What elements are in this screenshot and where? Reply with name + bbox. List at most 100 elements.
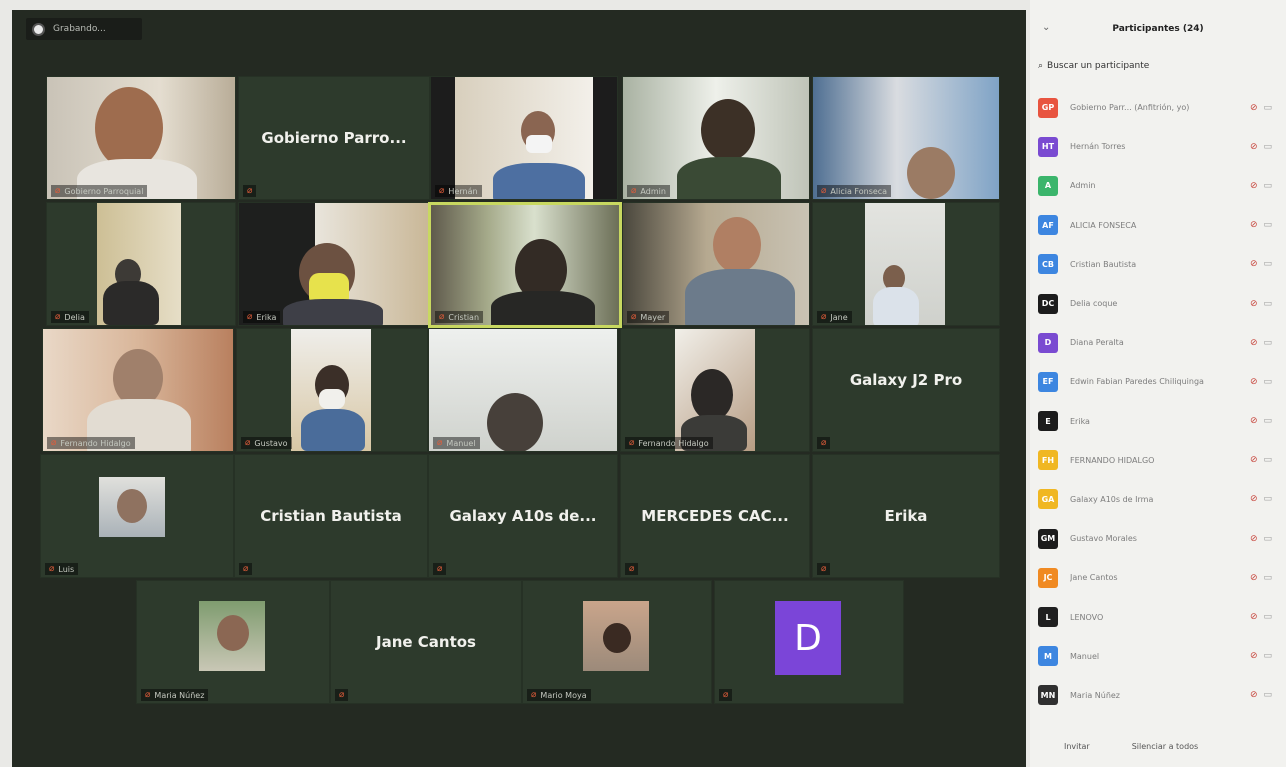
mic-muted-icon: ⊘ bbox=[1250, 141, 1258, 152]
participant-name: ⌀ Alicia Fonseca bbox=[817, 185, 892, 197]
search-input[interactable]: ⌕ Buscar un participante bbox=[1038, 58, 1278, 74]
avatar: M bbox=[1038, 646, 1058, 667]
search-placeholder: Buscar un participante bbox=[1047, 61, 1150, 71]
avatar: GA bbox=[1038, 489, 1058, 510]
participant-row[interactable]: GA Galaxy A10s de Irma ⊘ ▭ bbox=[1038, 480, 1284, 519]
participant-list: GP Gobierno Parr... (Anfitrión, yo) ⊘ ▭ HT He… bbox=[1038, 88, 1284, 715]
video-tile[interactable]: MERCEDES CAC... ⌀ bbox=[620, 454, 810, 578]
participant-name: ⌀ Gobierno Parroquial bbox=[51, 185, 148, 197]
video-off-icon: ▭ bbox=[1263, 376, 1273, 387]
video-tile[interactable]: Galaxy J2 Pro ⌀ bbox=[812, 328, 1000, 452]
record-icon bbox=[32, 22, 45, 36]
video-tile[interactable]: ⌀ Manuel bbox=[428, 328, 618, 452]
video-gallery: Grabando... ⌀ Gobierno Parroquial Gobiern… bbox=[12, 10, 1026, 767]
mic-status: ⌀ bbox=[817, 437, 831, 449]
video-tile[interactable]: ⌀ Mayer bbox=[622, 202, 810, 326]
participant-name: ⌀ Jane bbox=[817, 311, 852, 323]
video-tile[interactable]: ⌀ Admin bbox=[622, 76, 810, 200]
video-tile[interactable]: ⌀ Alicia Fonseca bbox=[812, 76, 1000, 200]
participant-name: Gustavo Morales bbox=[1070, 534, 1137, 544]
participant-row[interactable]: L LENOVO ⊘ ▭ bbox=[1038, 597, 1284, 636]
invite-button[interactable]: Invitar bbox=[1064, 742, 1090, 751]
video-tile[interactable]: Jane Cantos ⌀ bbox=[330, 580, 522, 704]
video-tile-active-speaker[interactable]: ⌀ Cristian bbox=[428, 202, 622, 328]
participant-status: ⊘ ▭ bbox=[1250, 651, 1284, 661]
mic-muted-icon: ⌀ bbox=[437, 564, 443, 574]
participant-row[interactable]: DC Delia coque ⊘ ▭ bbox=[1038, 284, 1284, 323]
video-tile[interactable]: ⌀ Maria Núñez bbox=[136, 580, 330, 704]
video-tile[interactable]: ⌀ Hernán bbox=[430, 76, 618, 200]
panel-title: Participantes (24) bbox=[1112, 24, 1204, 34]
participant-name: ⌀ Luis bbox=[45, 563, 79, 575]
video-off-icon: ▭ bbox=[1263, 259, 1273, 270]
participant-row[interactable]: E Erika ⊘ ▭ bbox=[1038, 402, 1284, 441]
avatar: CB bbox=[1038, 254, 1058, 275]
avatar: FH bbox=[1038, 450, 1058, 471]
participant-row[interactable]: EF Edwin Fabian Paredes Chiliquinga ⊘ ▭ bbox=[1038, 362, 1284, 401]
participant-row[interactable]: D Diana Peralta ⊘ ▭ bbox=[1038, 323, 1284, 362]
participant-status: ⊘ ▭ bbox=[1250, 338, 1284, 348]
video-tile[interactable]: Erika ⌀ bbox=[812, 454, 1000, 578]
video-tile[interactable]: Cristian Bautista ⌀ bbox=[234, 454, 428, 578]
video-off-icon: ▭ bbox=[1263, 612, 1273, 623]
mic-muted-icon: ⊘ bbox=[1250, 220, 1258, 231]
video-tile[interactable]: ⌀ Fernando Hidalgo bbox=[620, 328, 810, 452]
participant-status: ⊘ ▭ bbox=[1250, 181, 1284, 191]
video-tile[interactable]: ⌀ Gustavo bbox=[236, 328, 428, 452]
mic-muted-icon: ⊘ bbox=[1250, 651, 1258, 662]
participant-row[interactable]: CB Cristian Bautista ⊘ ▭ bbox=[1038, 245, 1284, 284]
participant-row[interactable]: M Manuel ⊘ ▭ bbox=[1038, 637, 1284, 676]
video-off-icon: ▭ bbox=[1263, 533, 1273, 544]
mic-muted-icon: ⌀ bbox=[821, 312, 827, 322]
video-tile[interactable]: ⌀ Erika bbox=[238, 202, 430, 326]
mic-muted-icon: ⌀ bbox=[49, 564, 55, 574]
video-tile[interactable]: ⌀ Luis bbox=[40, 454, 234, 578]
mic-muted-icon: ⊘ bbox=[1250, 494, 1258, 505]
mic-muted-icon: ⌀ bbox=[531, 690, 537, 700]
mic-status: ⌀ bbox=[433, 563, 447, 575]
participant-name: ⌀ Admin bbox=[627, 185, 670, 197]
video-tile[interactable]: ⌀ Gobierno Parroquial bbox=[46, 76, 236, 200]
video-tile[interactable]: Galaxy A10s de... ⌀ bbox=[428, 454, 618, 578]
mic-muted-icon: ⌀ bbox=[629, 564, 635, 574]
participant-status: ⊘ ▭ bbox=[1250, 142, 1284, 152]
avatar: GM bbox=[1038, 528, 1058, 549]
participant-row[interactable]: FH FERNANDO HIDALGO ⊘ ▭ bbox=[1038, 441, 1284, 480]
participant-status: ⊘ ▭ bbox=[1250, 377, 1284, 387]
participant-row[interactable]: AF ALICIA FONSECA ⊘ ▭ bbox=[1038, 206, 1284, 245]
video-tile[interactable]: D ⌀ bbox=[714, 580, 904, 704]
avatar: GP bbox=[1038, 97, 1058, 118]
mic-muted-icon: ⌀ bbox=[631, 312, 637, 322]
participant-status: ⊘ ▭ bbox=[1250, 220, 1284, 230]
video-tile[interactable]: ⌀ Fernando Hidalgo bbox=[42, 328, 234, 452]
avatar: DC bbox=[1038, 293, 1058, 314]
video-tile[interactable]: ⌀ Jane bbox=[812, 202, 1000, 326]
participant-name: FERNANDO HIDALGO bbox=[1070, 455, 1155, 465]
participant-row[interactable]: GM Gustavo Morales ⊘ ▭ bbox=[1038, 519, 1284, 558]
participant-name: ⌀ Fernando Hidalgo bbox=[47, 437, 135, 449]
participant-name: Galaxy A10s de... bbox=[449, 507, 597, 525]
avatar: D bbox=[1038, 332, 1058, 353]
participant-row[interactable]: GP Gobierno Parr... (Anfitrión, yo) ⊘ ▭ bbox=[1038, 88, 1284, 127]
video-off-icon: ▭ bbox=[1263, 494, 1273, 505]
mic-muted-icon: ⌀ bbox=[437, 438, 443, 448]
participant-row[interactable]: JC Jane Cantos ⊘ ▭ bbox=[1038, 558, 1284, 597]
mic-muted-icon: ⊘ bbox=[1250, 455, 1258, 466]
participant-name: Delia coque bbox=[1070, 299, 1118, 309]
video-off-icon: ▭ bbox=[1263, 416, 1273, 427]
video-tile[interactable]: ⌀ Mario Moya bbox=[522, 580, 712, 704]
avatar: HT bbox=[1038, 136, 1058, 157]
participant-row[interactable]: A Admin ⊘ ▭ bbox=[1038, 166, 1284, 205]
video-off-icon: ▭ bbox=[1263, 690, 1273, 701]
participant-status: ⊘ ▭ bbox=[1250, 103, 1284, 113]
mic-status: ⌀ bbox=[625, 563, 639, 575]
participant-row[interactable]: MN Maria Núñez ⊘ ▭ bbox=[1038, 676, 1284, 715]
mic-muted-icon: ⊘ bbox=[1250, 612, 1258, 623]
participant-row[interactable]: HT Hernán Torres ⊘ ▭ bbox=[1038, 127, 1284, 166]
recording-indicator[interactable]: Grabando... bbox=[26, 18, 142, 40]
avatar: A bbox=[1038, 175, 1058, 196]
video-tile[interactable]: Gobierno Parro... ⌀ bbox=[238, 76, 430, 200]
participant-name: ⌀ Maria Núñez bbox=[141, 689, 209, 701]
mute-all-button[interactable]: Silenciar a todos bbox=[1132, 742, 1199, 751]
video-tile[interactable]: ⌀ Delia bbox=[46, 202, 236, 326]
